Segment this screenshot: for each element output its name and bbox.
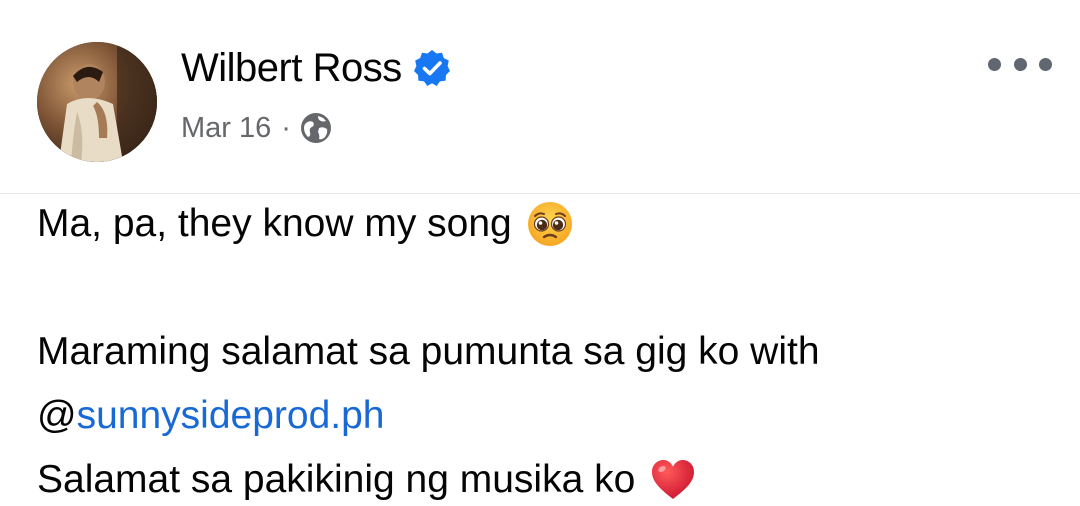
mention-prefix: @ <box>37 394 77 437</box>
more-dot <box>1013 57 1027 71</box>
post-body: Ma, pa, they know my song Maraming salam… <box>37 192 1057 506</box>
post-line-4: Salamat sa pakikinig ng musika ko <box>37 448 1057 506</box>
more-dot <box>988 57 1001 71</box>
post-card: Wilbert Ross Mar 16 · Ma, pa, they know … <box>0 0 1080 506</box>
post-line-2: Maraming salamat sa pumunta sa gig ko wi… <box>37 320 1057 384</box>
pleading-face-emoji <box>527 202 572 246</box>
mention-link[interactable]: sunnysideprod.ph <box>77 384 385 448</box>
red-heart-emoji <box>652 460 695 499</box>
verified-badge-icon <box>413 50 450 86</box>
more-dot <box>1039 57 1052 71</box>
post-date[interactable]: Mar 16 <box>181 112 271 145</box>
post-meta: Mar 16 · <box>181 108 333 148</box>
post-line-3: @ sunnysideprod.ph <box>37 384 1057 448</box>
meta-separator: · <box>281 111 291 144</box>
post-text-4: Salamat sa pakikinig ng musika ko <box>37 458 636 501</box>
post-text-1: Ma, pa, they know my song <box>37 202 512 245</box>
post-text-2: Maraming salamat sa pumunta sa gig ko wi… <box>37 330 820 373</box>
avatar-photo <box>37 42 157 162</box>
more-options-icon[interactable] <box>988 48 1052 80</box>
author-avatar[interactable] <box>37 42 157 162</box>
globe-icon <box>300 113 331 143</box>
author-name[interactable]: Wilbert Ross <box>181 44 402 92</box>
post-line-1: Ma, pa, they know my song <box>37 192 1057 256</box>
author-line: Wilbert Ross <box>181 44 452 92</box>
post-header: Wilbert Ross Mar 16 · <box>0 0 1080 192</box>
